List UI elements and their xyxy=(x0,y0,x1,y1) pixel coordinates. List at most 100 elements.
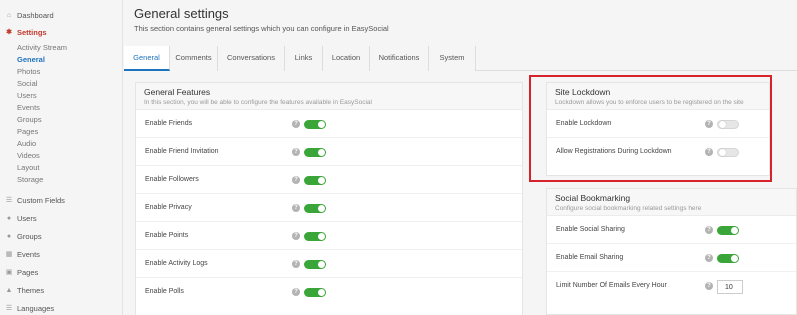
help-icon[interactable]: ? xyxy=(705,282,713,290)
sidebar-subitem-layout[interactable]: Layout xyxy=(17,162,40,174)
fields-icon: ☰ xyxy=(5,197,13,204)
help-icon[interactable]: ? xyxy=(292,176,300,184)
sidebar-subitem-users[interactable]: Users xyxy=(17,90,37,102)
toggle-enable-friend-invitation[interactable] xyxy=(304,148,326,157)
help-icon[interactable]: ? xyxy=(705,226,713,234)
setting-row-enable-points: Enable Points ? xyxy=(136,222,522,250)
panel-title: Site Lockdown xyxy=(555,87,611,97)
panel-subtitle: Configure social bookmarking related set… xyxy=(555,205,702,212)
setting-row-email-limit: Limit Number Of Emails Every Hour ? xyxy=(547,272,796,300)
setting-row-enable-email-sharing: Enable Email Sharing ? xyxy=(547,244,796,272)
toggle-enable-points[interactable] xyxy=(304,232,326,241)
sidebar-subitem-pages[interactable]: Pages xyxy=(17,126,38,138)
panel-subtitle: In this section, you will be able to con… xyxy=(144,99,372,106)
setting-label: Enable Friends xyxy=(145,120,193,127)
panel-header: General Features In this section, you wi… xyxy=(136,83,522,110)
setting-label: Enable Activity Logs xyxy=(145,260,208,267)
groups-icon: ● xyxy=(6,232,12,240)
sidebar-subitem-storage[interactable]: Storage xyxy=(17,174,43,186)
sidebar-item-label: Settings xyxy=(17,27,47,37)
sidebar-item-label: Dashboard xyxy=(17,10,54,20)
tab-notifications[interactable]: Notifications xyxy=(370,46,429,71)
page-description: This section contains general settings w… xyxy=(134,24,389,33)
help-icon[interactable]: ? xyxy=(705,148,713,156)
setting-label: Limit Number Of Emails Every Hour xyxy=(556,282,667,289)
sidebar-item-label: Users xyxy=(17,213,37,223)
sidebar-item-pages[interactable]: ▣ Pages xyxy=(4,265,39,279)
setting-label: Enable Email Sharing xyxy=(556,254,624,261)
calendar-icon: ▦ xyxy=(5,251,13,258)
sidebar-subitem-general[interactable]: General xyxy=(17,54,45,66)
sidebar-item-events[interactable]: ▦ Events xyxy=(4,247,40,261)
user-icon: ● xyxy=(6,214,12,222)
tab-conversations[interactable]: Conversations xyxy=(218,46,285,71)
help-icon[interactable]: ? xyxy=(292,288,300,296)
tab-comments[interactable]: Comments xyxy=(170,46,218,71)
setting-label: Enable Points xyxy=(145,232,189,239)
help-icon[interactable]: ? xyxy=(705,120,713,128)
email-limit-input[interactable] xyxy=(717,280,743,294)
help-icon[interactable]: ? xyxy=(292,148,300,156)
toggle-enable-followers[interactable] xyxy=(304,176,326,185)
pages-icon: ▣ xyxy=(5,269,13,276)
social-bookmarking-panel: Social Bookmarking Configure social book… xyxy=(546,188,797,315)
settings-tabs: General Comments Conversations Links Loc… xyxy=(124,46,797,71)
sidebar-item-custom-fields[interactable]: ☰ Custom Fields xyxy=(4,193,65,207)
setting-row-enable-friends: Enable Friends ? xyxy=(136,110,522,138)
setting-row-enable-lockdown: Enable Lockdown ? xyxy=(547,110,769,138)
setting-row-enable-polls: Enable Polls ? xyxy=(136,278,522,306)
sidebar-subitem-events[interactable]: Events xyxy=(17,102,40,114)
sidebar-subitem-groups[interactable]: Groups xyxy=(17,114,42,126)
panel-header: Site Lockdown Lockdown allows you to enf… xyxy=(547,83,769,110)
setting-label: Enable Polls xyxy=(145,288,184,295)
sidebar-item-languages[interactable]: ☰ Languages xyxy=(4,301,54,315)
panel-title: Social Bookmarking xyxy=(555,193,631,203)
sidebar-subitem-photos[interactable]: Photos xyxy=(17,66,40,78)
help-icon[interactable]: ? xyxy=(292,260,300,268)
sidebar-subitem-social[interactable]: Social xyxy=(17,78,37,90)
toggle-enable-email-sharing[interactable] xyxy=(717,254,739,263)
setting-row-enable-friend-invitation: Enable Friend Invitation ? xyxy=(136,138,522,166)
help-icon[interactable]: ? xyxy=(292,204,300,212)
panel-title: General Features xyxy=(144,87,211,97)
help-icon[interactable]: ? xyxy=(292,232,300,240)
tab-links[interactable]: Links xyxy=(285,46,323,71)
sidebar-item-users[interactable]: ● Users xyxy=(4,211,37,225)
sidebar-subitem-activity-stream[interactable]: Activity Stream xyxy=(17,42,67,54)
sidebar-subitem-videos[interactable]: Videos xyxy=(17,150,40,162)
toggle-enable-polls[interactable] xyxy=(304,288,326,297)
tab-general[interactable]: General xyxy=(124,46,170,71)
site-lockdown-panel: Site Lockdown Lockdown allows you to enf… xyxy=(546,82,770,176)
sidebar-item-label: Pages xyxy=(17,267,39,277)
toggle-enable-friends[interactable] xyxy=(304,120,326,129)
sidebar-item-settings[interactable]: ✱ Settings xyxy=(4,25,47,39)
sidebar-item-dashboard[interactable]: ⌂ Dashboard xyxy=(4,8,54,22)
setting-label: Enable Lockdown xyxy=(556,120,612,127)
languages-icon: ☰ xyxy=(5,305,13,312)
sidebar-item-label: Custom Fields xyxy=(17,195,65,205)
home-icon: ⌂ xyxy=(6,11,12,19)
sidebar-item-groups[interactable]: ● Groups xyxy=(4,229,42,243)
sidebar-subitem-audio[interactable]: Audio xyxy=(17,138,36,150)
panel-subtitle: Lockdown allows you to enforce users to … xyxy=(555,99,744,106)
toggle-enable-activity-logs[interactable] xyxy=(304,260,326,269)
setting-label: Enable Social Sharing xyxy=(556,226,625,233)
setting-row-enable-activity-logs: Enable Activity Logs ? xyxy=(136,250,522,278)
tab-location[interactable]: Location xyxy=(323,46,370,71)
toggle-allow-registrations-during-lockdown[interactable] xyxy=(717,148,739,157)
sidebar-item-label: Groups xyxy=(17,231,42,241)
help-icon[interactable]: ? xyxy=(292,120,300,128)
themes-icon: ▲ xyxy=(5,286,13,294)
setting-row-allow-registrations-during-lockdown: Allow Registrations During Lockdown ? xyxy=(547,138,769,166)
toggle-enable-privacy[interactable] xyxy=(304,204,326,213)
help-icon[interactable]: ? xyxy=(705,254,713,262)
sidebar-item-themes[interactable]: ▲ Themes xyxy=(4,283,45,297)
toggle-enable-lockdown[interactable] xyxy=(717,120,739,129)
setting-label: Enable Friend Invitation xyxy=(145,148,219,155)
general-features-panel: General Features In this section, you wi… xyxy=(135,82,523,315)
toggle-enable-social-sharing[interactable] xyxy=(717,226,739,235)
sidebar-item-label: Languages xyxy=(17,303,55,313)
tab-system[interactable]: System xyxy=(429,46,476,71)
setting-label: Allow Registrations During Lockdown xyxy=(556,148,672,155)
setting-label: Enable Privacy xyxy=(145,204,192,211)
